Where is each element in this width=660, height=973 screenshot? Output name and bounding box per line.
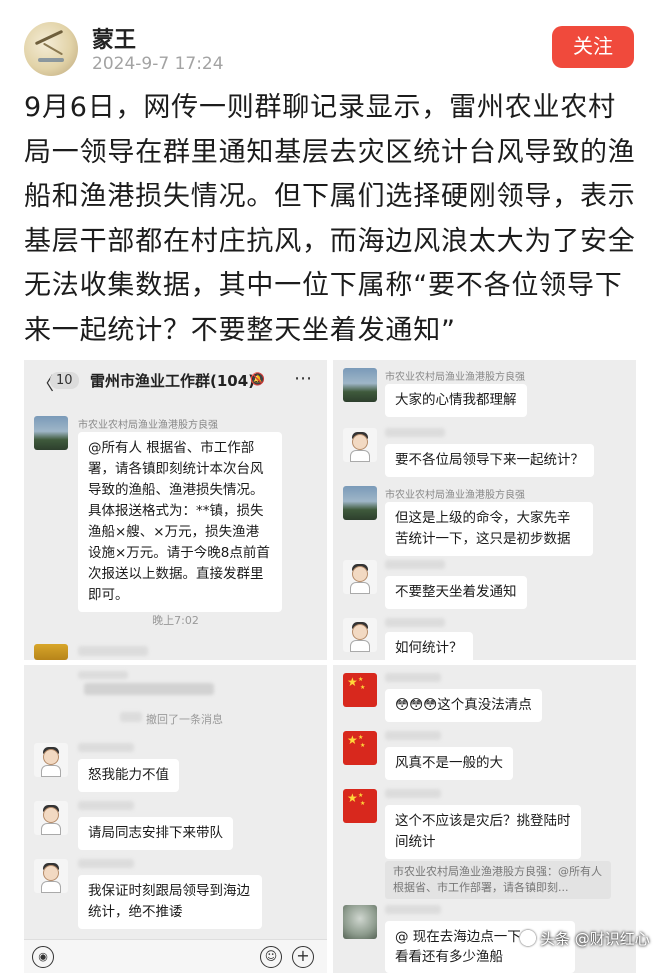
chat-message: 大家的心情我都理解 xyxy=(385,384,527,417)
chat-message: 要不各位局领导下来一起统计？ xyxy=(385,444,594,477)
chat-screenshot-4[interactable]: ★ ★ ★ 😳😳😳这个真没法清点 ★ ★ ★ 风真不是一般的大 ★ ★ ★ 这个不应该是灾后… xyxy=(333,665,636,973)
toutiao-logo-icon xyxy=(520,930,536,946)
sender-avatar: ★ ★ ★ xyxy=(343,789,377,823)
sender-name: 市农业农村局渔业渔港股方良强 xyxy=(385,490,525,501)
post-text-line: 9月6日，网传一则群聊记录显示，雷州农业农村 xyxy=(24,92,616,123)
post-body-text: 9月6日，网传一则群聊记录显示，雷州农业农村 局一领导在群里通知基层去灾区统计台… xyxy=(24,86,642,353)
chat-screenshot-1[interactable]: 〈 10 雷州市渔业工作群(104) 🔕 ⋯ 市农业农村局渔业渔港股方良强 @所… xyxy=(24,360,327,660)
plus-icon[interactable]: + xyxy=(292,946,314,968)
blurred-sender-name xyxy=(78,743,134,752)
sender-avatar xyxy=(343,905,377,939)
blurred-sender-name xyxy=(385,731,441,740)
blurred-sender-name xyxy=(385,789,441,798)
watermark: 头条 @财识红心 xyxy=(520,928,650,949)
blurred-sender-name xyxy=(385,618,445,627)
chat-message: 如何统计？ xyxy=(385,632,473,660)
sender-name: 市农业农村局渔业渔港股方良强 xyxy=(385,372,525,383)
blurred-sender-name xyxy=(385,905,441,914)
chat-input-bar: ◉ ☺ + xyxy=(24,939,327,973)
follow-button[interactable]: 关注 xyxy=(552,26,634,68)
blurred-sender-name xyxy=(78,859,134,868)
chat-message-line: 看看还有多少渔船 xyxy=(395,949,503,965)
chat-message: 请局同志安排下来带队 xyxy=(78,817,233,850)
blurred-sender-name xyxy=(78,801,134,810)
sender-avatar xyxy=(343,560,377,594)
chat-topbar: 〈 10 雷州市渔业工作群(104) 🔕 ⋯ xyxy=(24,360,327,400)
chat-screenshot-3[interactable]: 撤回了一条消息 怒我能力不值 请局同志安排下来带队 我保证时刻跟局领导到海边统计… xyxy=(24,665,327,973)
emoji-icon[interactable]: ☺ xyxy=(260,946,282,968)
chat-message: 😳😳😳这个真没法清点 xyxy=(385,689,542,722)
chat-message: 怒我能力不值 xyxy=(78,759,179,792)
sender-avatar: ★ ★ ★ xyxy=(343,673,377,707)
quoted-message: 市农业农村局渔业渔港股方良强：@所有人 根据省、市工作部署，请各镇即刻... xyxy=(385,861,611,899)
post-text-line: 局一领导在群里通知基层去灾区统计台风导致的渔 xyxy=(24,136,636,168)
chat-message: 我保证时刻跟局领导到海边统计，绝不推诿 xyxy=(78,875,262,929)
chat-message: 这个不应该是灾后？挑登陆时间统计 xyxy=(385,805,581,859)
post-text-line: 来一起统计？不要整天坐着发通知” xyxy=(24,314,456,346)
message-time: 晚上7:02 xyxy=(152,614,199,627)
chat-message: 但这是上级的命令，大家先辛苦统计一下，这只是初步数据 xyxy=(385,502,593,556)
chat-screenshot-2[interactable]: 市农业农村局渔业渔港股方良强 大家的心情我都理解 要不各位局领导下来一起统计？ … xyxy=(333,360,636,660)
post-text-line: 船和渔港损失情况。但下属们选择硬刚领导，表示 xyxy=(24,181,636,212)
sender-avatar xyxy=(34,801,68,835)
unread-count-badge: 10 xyxy=(50,372,79,389)
post-timestamp: 2024-9-7 17:24 xyxy=(92,54,224,74)
chat-message: 风真不是一般的大 xyxy=(385,747,513,780)
screenshot-collage[interactable]: 〈 10 雷州市渔业工作群(104) 🔕 ⋯ 市农业农村局渔业渔港股方良强 @所… xyxy=(24,360,636,973)
sender-avatar xyxy=(34,743,68,777)
sender-avatar xyxy=(34,644,68,660)
sender-avatar: ★ ★ ★ xyxy=(343,731,377,765)
sender-name: 市农业农村局渔业渔港股方良强 xyxy=(78,420,218,431)
blurred-sender-name xyxy=(78,671,128,679)
blurred-sender-name xyxy=(78,646,148,656)
post-text-line: 基层干部都在村庄抗风，而海边风浪太大为了安全 xyxy=(24,225,636,257)
sender-avatar xyxy=(343,486,377,520)
more-icon: ⋯ xyxy=(294,368,312,389)
group-chat-title: 雷州市渔业工作群(104) xyxy=(90,372,256,390)
blurred-content xyxy=(84,683,214,695)
recall-notice: 撤回了一条消息 xyxy=(146,713,223,726)
sender-avatar xyxy=(343,368,377,402)
blurred-sender-name xyxy=(385,560,445,569)
sender-avatar xyxy=(34,416,68,450)
blurred-sender-name xyxy=(120,712,142,722)
voice-input-icon[interactable]: ◉ xyxy=(32,946,54,968)
post-header: 蒙王 2024-9-7 17:24 关注 xyxy=(0,0,660,88)
mute-icon: 🔕 xyxy=(250,372,265,386)
watermark-text: 头条 @财识红心 xyxy=(540,930,650,948)
chat-message: @所有人 根据省、市工作部署，请各镇即刻统计本次台风导致的渔船、渔港损失情况。具… xyxy=(78,432,282,612)
sender-avatar xyxy=(34,859,68,893)
sender-avatar xyxy=(343,428,377,462)
author-name[interactable]: 蒙王 xyxy=(92,22,136,54)
blurred-sender-name xyxy=(385,428,445,437)
chat-message: 不要整天坐着发通知 xyxy=(385,576,527,609)
blurred-sender-name xyxy=(385,673,441,682)
sender-avatar xyxy=(343,618,377,652)
author-avatar[interactable] xyxy=(24,22,78,76)
post-text-line: 无法收集数据，其中一位下属称“要不各位领导下 xyxy=(24,270,623,301)
